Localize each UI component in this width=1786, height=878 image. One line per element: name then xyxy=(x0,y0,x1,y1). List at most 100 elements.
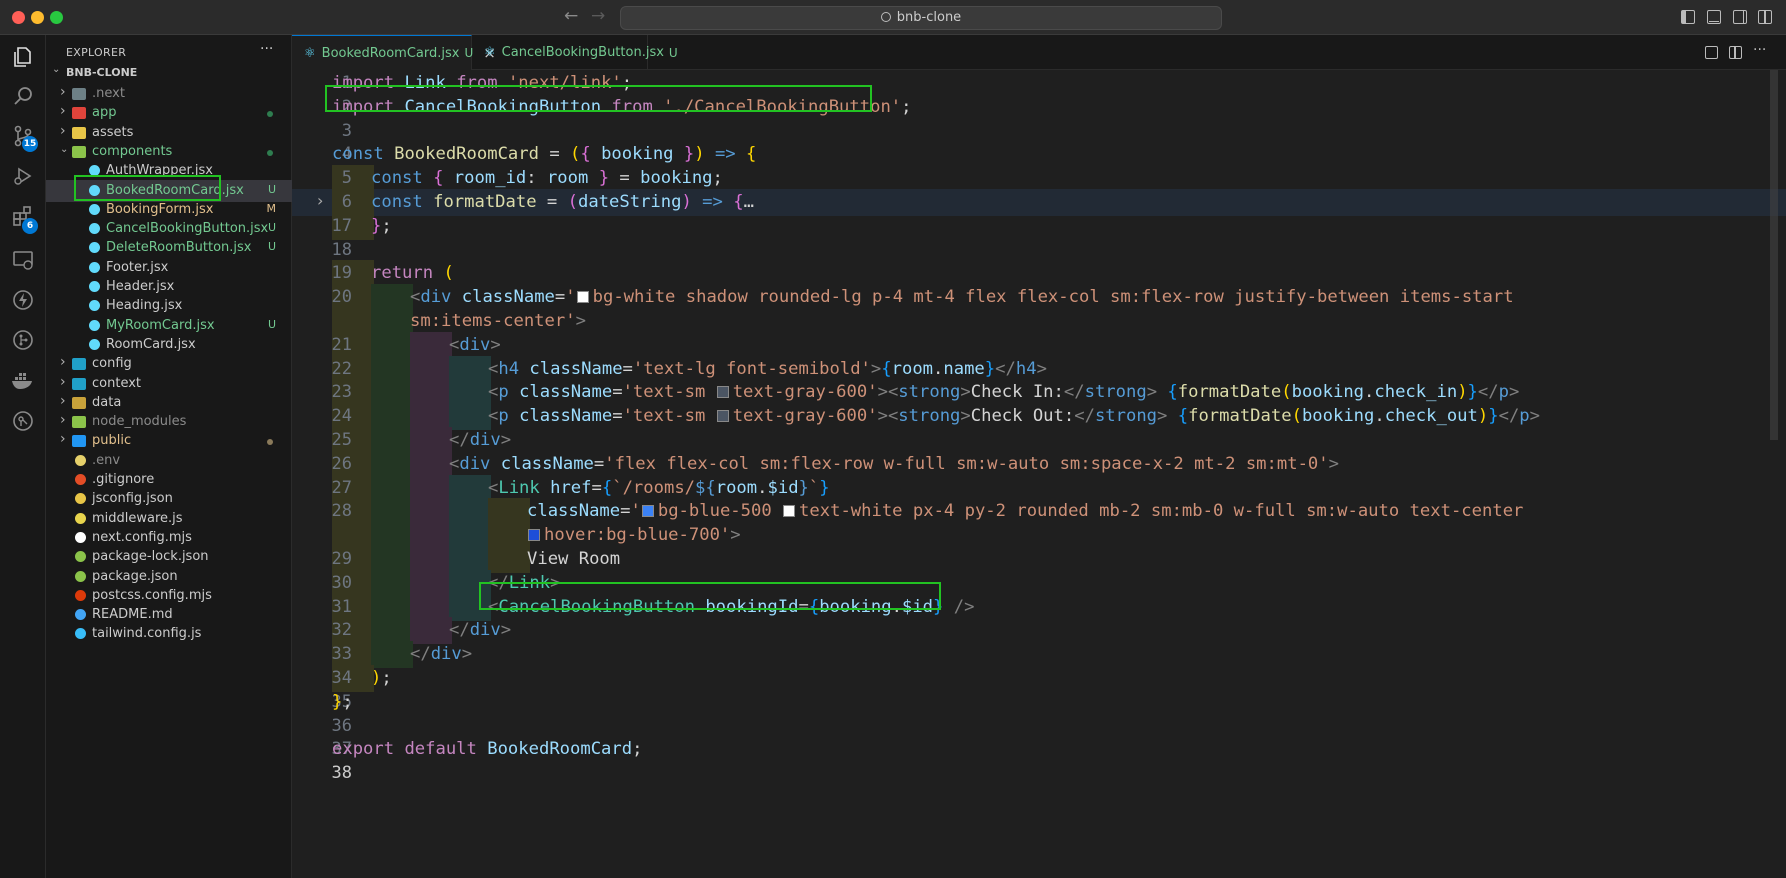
color-swatch[interactable] xyxy=(716,386,729,399)
maximize-window-button[interactable] xyxy=(50,11,63,24)
git-lens-icon[interactable] xyxy=(8,406,38,436)
toggle-secondary-sidebar-icon[interactable] xyxy=(1733,10,1747,24)
tab-label: CancelBookingButton.jsx xyxy=(501,45,664,60)
folder-icon xyxy=(72,107,86,120)
color-swatch[interactable] xyxy=(641,505,654,518)
search-icon[interactable] xyxy=(8,81,38,111)
code-token: default xyxy=(404,739,488,760)
code-token: > xyxy=(461,644,473,665)
code-token: > xyxy=(1529,406,1541,427)
code-token: < xyxy=(410,287,421,308)
customize-layout-icon[interactable] xyxy=(1758,10,1772,24)
tree-item-label: node_modules xyxy=(92,414,187,430)
color-swatch[interactable] xyxy=(576,291,589,304)
tab-cancelbookingbutton[interactable]: ⚛ CancelBookingButton.jsx U xyxy=(472,35,678,70)
command-center-search[interactable]: bnb-clone xyxy=(620,6,1222,30)
code-token: } xyxy=(798,477,809,498)
docker-icon[interactable] xyxy=(8,365,38,395)
back-arrow-icon[interactable]: ← xyxy=(564,6,578,26)
explorer-sidebar: EXPLORER ··· ⌄ BNB-CLONE › .next › app › asse… xyxy=(46,35,292,878)
minimize-window-button[interactable] xyxy=(31,11,44,24)
code-token: = xyxy=(622,358,633,379)
code-token: room xyxy=(715,477,758,498)
code-token: className xyxy=(529,358,623,379)
code-token: h4 xyxy=(1015,358,1037,379)
title-bar: ← → bnb-clone xyxy=(0,0,1786,35)
activity-bar: 15 6 xyxy=(0,35,46,878)
tree-item-label: .gitignore xyxy=(92,472,155,487)
run-debug-icon[interactable] xyxy=(8,161,38,191)
code-token: </ xyxy=(449,430,470,450)
close-window-button[interactable] xyxy=(12,11,25,24)
split-editor-icon[interactable] xyxy=(1729,46,1742,59)
code-token: ( xyxy=(567,192,578,212)
code-token: room xyxy=(546,168,599,189)
open-changes-icon[interactable] xyxy=(1705,46,1718,59)
code-token: const xyxy=(332,144,395,165)
file-icon xyxy=(75,628,86,640)
code-token: href xyxy=(550,477,592,498)
code-token: ; xyxy=(381,668,392,688)
code-token: > xyxy=(575,311,586,331)
remote-explorer-icon[interactable] xyxy=(8,245,38,275)
code-token: div xyxy=(420,287,462,308)
code-token: name xyxy=(943,358,985,379)
color-swatch[interactable] xyxy=(528,529,540,542)
chevron-right-icon: › xyxy=(60,373,66,390)
code-token: > xyxy=(877,406,888,427)
code-token: > xyxy=(1157,406,1178,427)
git-graph-icon[interactable] xyxy=(8,325,38,355)
code-token: . xyxy=(891,596,902,617)
fold-chevron-icon[interactable]: › xyxy=(317,191,323,210)
toggle-panel-icon[interactable] xyxy=(1707,10,1721,24)
file-icon xyxy=(89,203,100,215)
code-token: Check Out: xyxy=(970,406,1075,427)
code-token: 'next/link' xyxy=(507,73,622,93)
code-token: hover:bg-blue-700' xyxy=(544,525,731,546)
file-icon xyxy=(89,300,100,312)
more-actions-icon[interactable]: ··· xyxy=(1753,42,1766,58)
toggle-primary-sidebar-icon[interactable] xyxy=(1681,10,1695,24)
change-indicator-dot xyxy=(267,111,273,118)
file-icon xyxy=(89,319,100,331)
code-token: ` xyxy=(808,477,820,498)
code-token: export xyxy=(332,739,405,760)
file-item[interactable]: tailwind.config.js xyxy=(46,623,292,645)
code-token: CancelBookingButton xyxy=(404,96,602,117)
explorer-icon[interactable] xyxy=(8,42,38,72)
code-token: { xyxy=(580,144,602,165)
folder-icon xyxy=(72,435,86,448)
workspace-root[interactable]: ⌄ BNB-CLONE xyxy=(46,61,292,83)
code-token: className xyxy=(500,453,594,474)
chevron-right-icon: › xyxy=(60,122,66,139)
code-editor[interactable]: 1 import Link from 'next/link'; 2 import Ca… xyxy=(292,70,1786,878)
code-token: import xyxy=(332,96,405,117)
chevron-right-icon: › xyxy=(60,103,66,120)
code-token: } xyxy=(371,215,382,236)
code-token: booking xyxy=(1301,406,1375,427)
code-token: strong xyxy=(898,406,961,427)
forward-arrow-icon[interactable]: → xyxy=(591,6,605,26)
code-token: = xyxy=(593,453,605,474)
file-icon xyxy=(89,242,100,254)
tree-item-label: Header.jsx xyxy=(106,279,175,294)
code-token: CancelBookingButton xyxy=(498,596,706,617)
code-token: ' xyxy=(565,287,576,308)
code-token: < xyxy=(488,596,499,617)
code-token: ; xyxy=(381,215,392,236)
code-token: </ xyxy=(1498,406,1520,427)
lightning-icon[interactable] xyxy=(8,285,38,315)
code-token: $id xyxy=(901,596,934,617)
editor-scrollbar[interactable] xyxy=(1770,70,1778,440)
git-status-badge: U xyxy=(267,240,276,254)
code-token: </ xyxy=(995,358,1016,379)
code-token: import xyxy=(332,73,405,93)
code-token: ) xyxy=(371,668,382,688)
tab-bookedroomcard[interactable]: ⚛ BookedRoomCard.jsx U × xyxy=(292,35,496,70)
color-swatch[interactable] xyxy=(783,505,796,518)
git-status-badge: U xyxy=(267,182,276,196)
code-token: return xyxy=(371,263,444,284)
more-actions-icon[interactable]: ··· xyxy=(260,41,273,57)
tree-item-label: data xyxy=(92,394,122,410)
color-swatch[interactable] xyxy=(716,410,729,423)
